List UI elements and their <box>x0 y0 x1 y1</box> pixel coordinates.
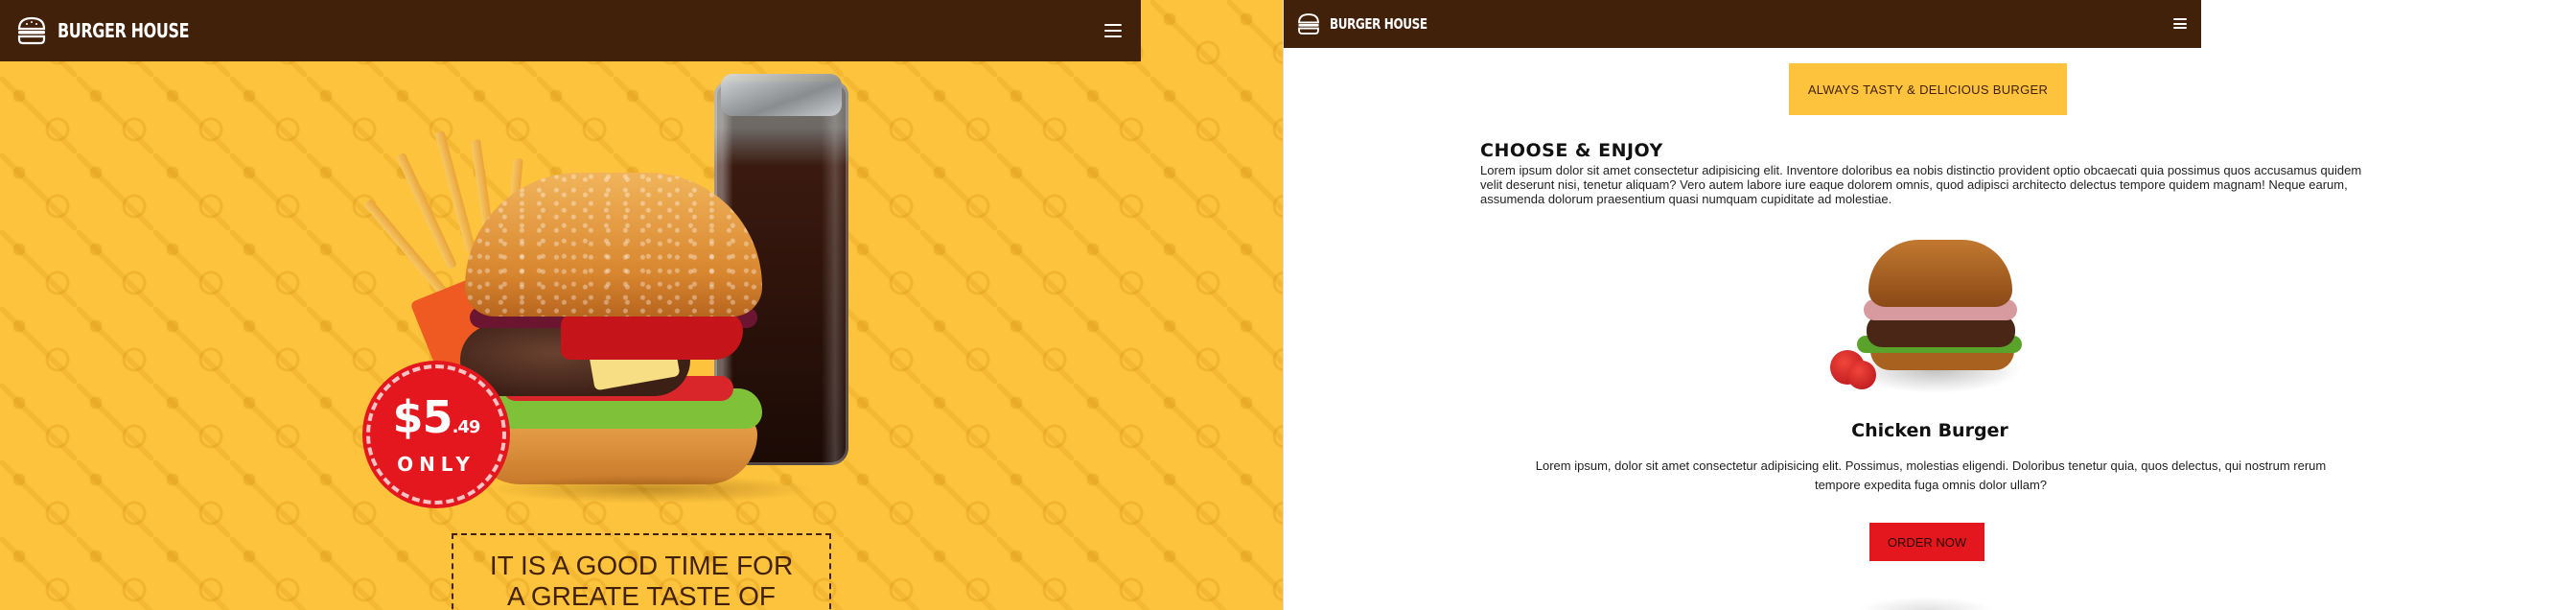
price-dollars: $5 <box>392 391 453 443</box>
burger <box>455 173 762 489</box>
price-badge: $5.49 ONLY <box>366 364 506 504</box>
top-navbar: BURGER HOUSE <box>0 0 1141 61</box>
hamburger-menu-icon[interactable] <box>2173 18 2187 29</box>
top-navbar: BURGER HOUSE <box>1284 0 2201 48</box>
brand-name[interactable]: BURGER HOUSE <box>58 19 190 42</box>
content-view: BURGER HOUSE ALWAYS TASTY & DELICIOUS BU… <box>1284 0 2576 610</box>
tagline-line-2: A GREATE TASTE OF <box>506 581 777 610</box>
product-image <box>1830 240 2022 393</box>
tagline-line-1: IT IS A GOOD TIME FOR <box>489 551 794 580</box>
burger-logo-icon[interactable] <box>15 14 48 47</box>
order-now-button[interactable]: ORDER NOW <box>1869 523 1984 561</box>
tagline-box: IT IS A GOOD TIME FOR A GREATE TASTE OF <box>452 533 831 610</box>
product-name: Chicken Burger <box>1851 420 2008 441</box>
ice-cubes <box>721 74 842 116</box>
brand-name[interactable]: BURGER HOUSE <box>1330 15 1427 33</box>
section-body: Lorem ipsum dolor sit amet consectetur a… <box>1480 163 2362 206</box>
price-amount: $5.49 <box>370 391 502 443</box>
section-title: CHOOSE & ENJOY <box>1480 140 1663 161</box>
price-cents: .49 <box>452 417 481 437</box>
burger-logo-icon[interactable] <box>1296 12 1321 36</box>
next-product-peek <box>1859 597 1993 610</box>
hero-view: BURGER HOUSE $5.49 ONLY IT IS A GOOD TIM… <box>0 0 1283 610</box>
hamburger-menu-icon[interactable] <box>1104 24 1122 37</box>
price-only-label: ONLY <box>397 453 476 476</box>
product-description: Lorem ipsum, dolor sit amet consectetur … <box>1535 458 2327 492</box>
promo-banner: ALWAYS TASTY & DELICIOUS BURGER <box>1789 63 2067 115</box>
